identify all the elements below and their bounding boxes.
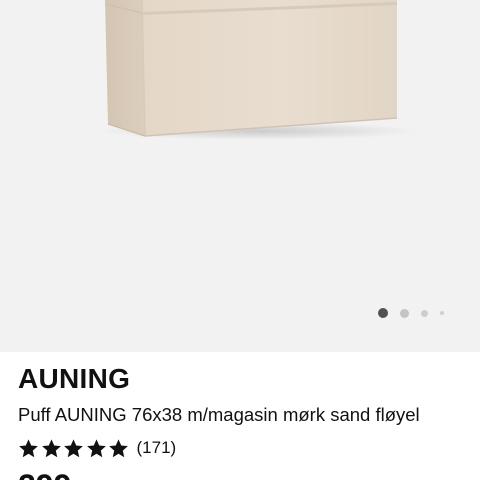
product-info: AUNING Puff AUNING 76x38 m/magasin mørk …	[0, 352, 480, 480]
star-icon	[86, 438, 106, 457]
star-icon	[109, 438, 128, 457]
carousel-dot[interactable]	[421, 310, 428, 317]
product-rating[interactable]: (171)	[18, 436, 176, 460]
carousel-dot[interactable]	[440, 311, 444, 315]
star-icon	[41, 438, 61, 457]
carousel-dot-active[interactable]	[378, 308, 388, 318]
review-count[interactable]: (171)	[137, 437, 177, 459]
carousel-dot[interactable]	[400, 309, 409, 318]
ottoman-product-image[interactable]	[0, 0, 480, 352]
star-icon	[19, 438, 38, 457]
product-title: Puff AUNING 76x38 m/magasin mørk sand fl…	[18, 404, 420, 425]
product-image-gallery[interactable]	[0, 0, 480, 352]
star-icon	[64, 438, 83, 457]
product-brand: AUNING	[18, 363, 131, 394]
carousel-pagination	[372, 305, 452, 321]
rating-stars	[18, 438, 131, 459]
product-page: AUNING Puff AUNING 76x38 m/magasin mørk …	[0, 0, 480, 480]
product-price: 299	[18, 468, 71, 480]
